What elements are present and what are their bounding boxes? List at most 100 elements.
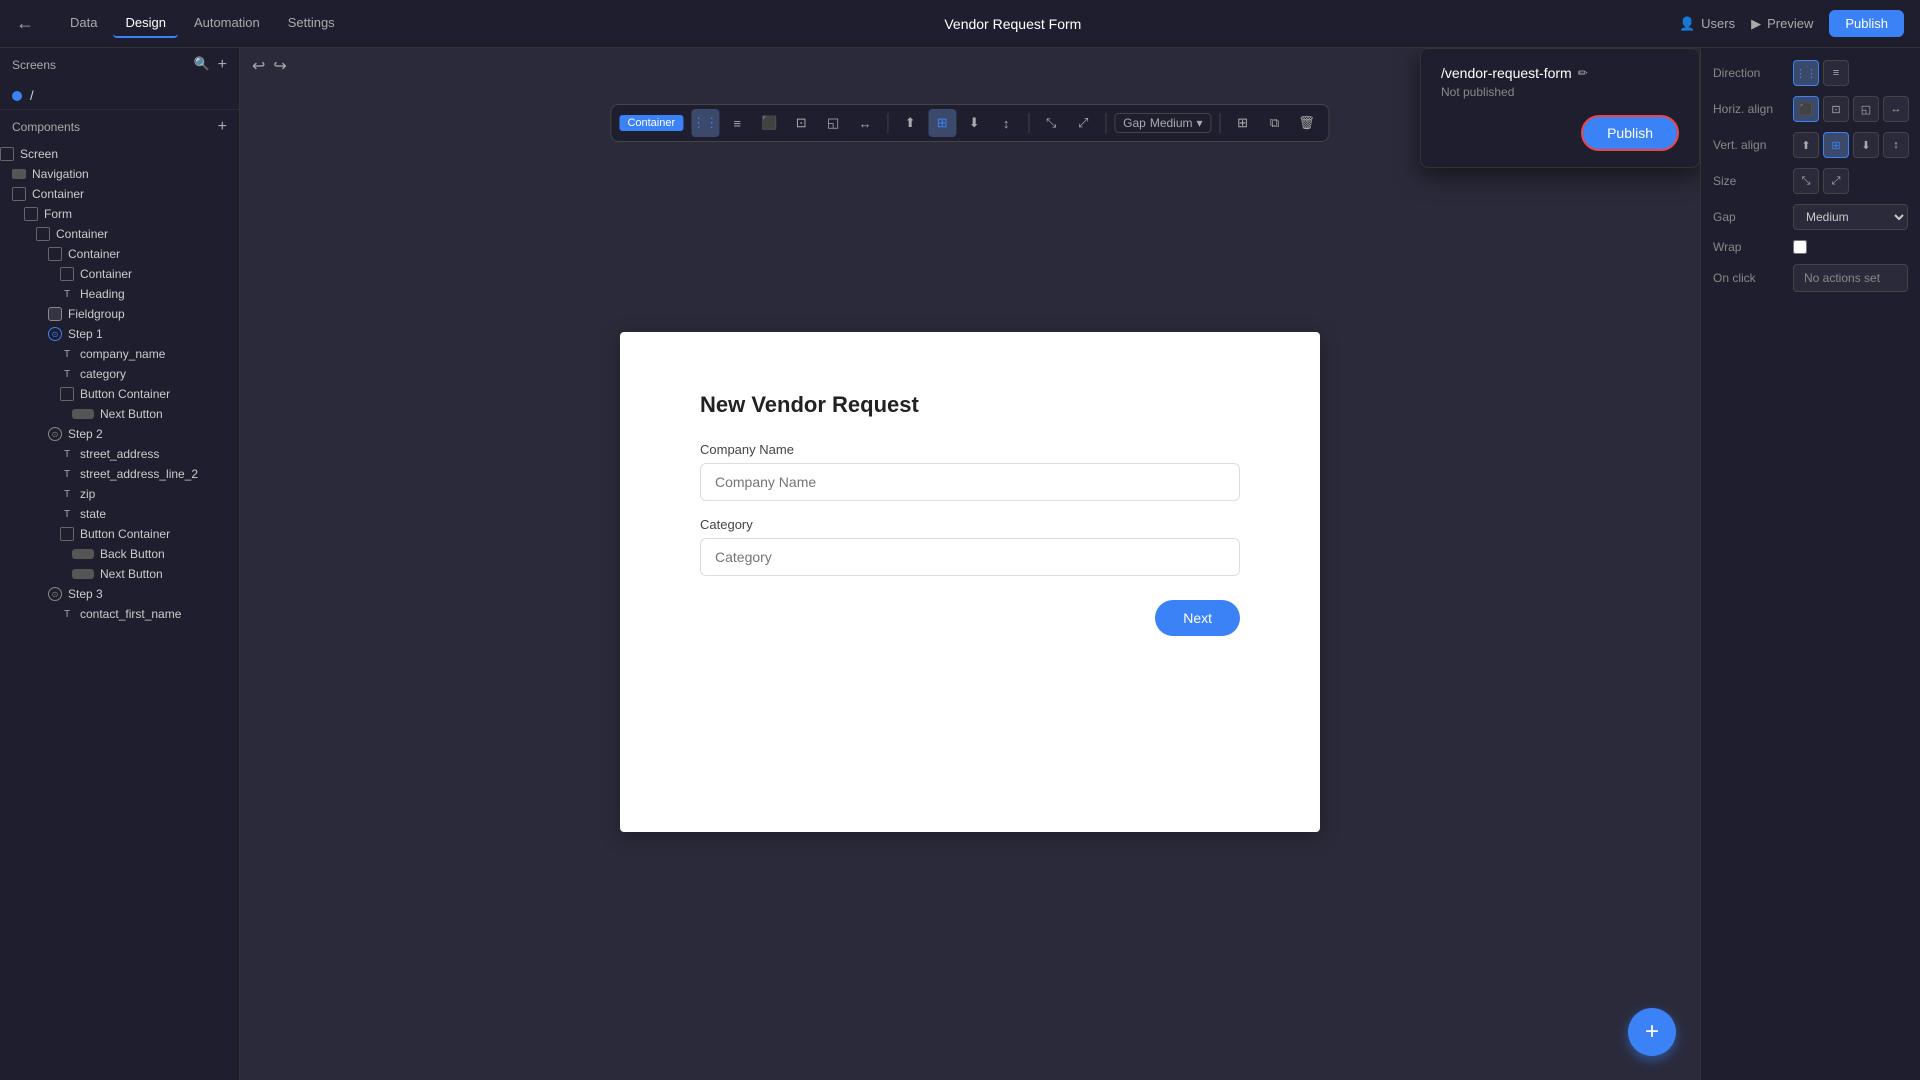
edit-route-icon[interactable]: ✏ bbox=[1578, 66, 1588, 80]
tree-item-street-address2[interactable]: T street_address_line_2 bbox=[0, 464, 239, 484]
company-name-input[interactable] bbox=[700, 463, 1240, 501]
publish-popup: /vendor-request-form ✏ Not published Pub… bbox=[1420, 48, 1700, 168]
tab-settings[interactable]: Settings bbox=[276, 9, 347, 38]
delete-btn[interactable]: 🗑 bbox=[1293, 109, 1321, 137]
valign-bottom-prop-btn[interactable]: ⬇ bbox=[1853, 132, 1879, 158]
step1-icon: ⊙ bbox=[48, 327, 62, 341]
tree-label: Next Button bbox=[100, 407, 163, 421]
align-stretch-btn[interactable]: ↔ bbox=[851, 109, 879, 137]
tree-item-zip[interactable]: T zip bbox=[0, 484, 239, 504]
tree-item-company-name[interactable]: T company_name bbox=[0, 344, 239, 364]
tree-item-container2[interactable]: Container bbox=[0, 224, 239, 244]
tree-label: Next Button bbox=[100, 567, 163, 581]
users-icon: 👤 bbox=[1679, 16, 1695, 32]
align-center-btn[interactable]: ⊡ bbox=[787, 109, 815, 137]
preview-button[interactable]: ▶ Preview bbox=[1751, 16, 1813, 32]
tree-item-step3[interactable]: ⊙ Step 3 bbox=[0, 584, 239, 604]
gap-control[interactable]: Gap Medium ▾ bbox=[1114, 113, 1211, 133]
publish-button-top[interactable]: Publish bbox=[1829, 10, 1904, 37]
tree-item-next-btn1[interactable]: Next Button bbox=[0, 404, 239, 424]
category-input[interactable] bbox=[700, 538, 1240, 576]
screen-item-root[interactable]: / bbox=[0, 82, 239, 109]
publish-popup-button[interactable]: Publish bbox=[1581, 115, 1679, 151]
tree-item-step2[interactable]: ⊙ Step 2 bbox=[0, 424, 239, 444]
halign-center-btn[interactable]: ⊡ bbox=[1823, 96, 1849, 122]
shrink-btn[interactable]: ⤡ bbox=[1037, 109, 1065, 137]
form-canvas: New Vendor Request Company Name Category… bbox=[620, 332, 1320, 832]
layout-cols-btn[interactable]: ⋮⋮ bbox=[691, 109, 719, 137]
tree-item-next-btn2[interactable]: Next Button bbox=[0, 564, 239, 584]
tree-item-step1[interactable]: ⊙ Step 1 bbox=[0, 324, 239, 344]
app-title: Vendor Request Form bbox=[371, 16, 1655, 32]
screens-header: Screens 🔍 + bbox=[0, 48, 239, 82]
tree-item-fieldgroup[interactable]: Fieldgroup bbox=[0, 304, 239, 324]
wrap-checkbox[interactable] bbox=[1793, 240, 1807, 254]
valign-top-btn[interactable]: ⬆ bbox=[896, 109, 924, 137]
size-shrink-btn[interactable]: ⤡ bbox=[1793, 168, 1819, 194]
valign-top-prop-btn[interactable]: ⬆ bbox=[1793, 132, 1819, 158]
main-layout: Screens 🔍 + / Components + Screen Naviga… bbox=[0, 48, 1920, 1080]
form-icon bbox=[24, 207, 38, 221]
gap-select[interactable]: Medium bbox=[1793, 204, 1908, 230]
duplicate-btn[interactable]: ⧉ bbox=[1261, 109, 1289, 137]
tree-item-state[interactable]: T state bbox=[0, 504, 239, 524]
tree-item-contact-fn[interactable]: T contact_first_name bbox=[0, 604, 239, 624]
tree-item-container3[interactable]: Container bbox=[0, 244, 239, 264]
layout-rows-btn[interactable]: ≡ bbox=[723, 109, 751, 137]
tab-data[interactable]: Data bbox=[58, 9, 109, 38]
tree-label: Heading bbox=[80, 287, 125, 301]
right-actions: 👤 Users ▶ Preview Publish bbox=[1679, 10, 1904, 37]
valign-stretch-btn[interactable]: ↕ bbox=[992, 109, 1020, 137]
tree-item-container[interactable]: Container bbox=[0, 184, 239, 204]
tree-item-screen[interactable]: Screen bbox=[0, 144, 239, 164]
tree-item-navigation[interactable]: Navigation bbox=[0, 164, 239, 184]
search-icon[interactable]: 🔍 bbox=[193, 56, 209, 74]
direction-row: Direction ⋮⋮ ≡ bbox=[1713, 60, 1908, 86]
screen-icon bbox=[0, 147, 14, 161]
halign-stretch-btn[interactable]: ↔ bbox=[1883, 96, 1909, 122]
valign-bottom-btn[interactable]: ⬇ bbox=[960, 109, 988, 137]
tree-item-form[interactable]: Form bbox=[0, 204, 239, 224]
field-t-icon7: T bbox=[60, 607, 74, 621]
form-field-company: Company Name bbox=[700, 442, 1240, 501]
tab-automation[interactable]: Automation bbox=[182, 9, 272, 38]
tree-item-container4[interactable]: Container bbox=[0, 264, 239, 284]
valign-stretch-prop-btn[interactable]: ↕ bbox=[1883, 132, 1909, 158]
add-screen-button[interactable]: + bbox=[218, 56, 227, 74]
redo-button[interactable]: ↪ bbox=[273, 56, 286, 76]
grid-btn[interactable]: ⊞ bbox=[1229, 109, 1257, 137]
users-button[interactable]: 👤 Users bbox=[1679, 16, 1735, 32]
expand-btn[interactable]: ⤢ bbox=[1069, 109, 1097, 137]
field-t-icon6: T bbox=[60, 507, 74, 521]
on-click-button[interactable]: No actions set bbox=[1793, 264, 1908, 292]
direction-rows-btn[interactable]: ≡ bbox=[1823, 60, 1849, 86]
size-row: Size ⤡ ⤢ bbox=[1713, 168, 1908, 194]
field-t-icon4: T bbox=[60, 467, 74, 481]
halign-start-btn[interactable]: ⬛ bbox=[1793, 96, 1819, 122]
wrap-label: Wrap bbox=[1713, 240, 1793, 254]
tree-item-btn-container1[interactable]: Button Container bbox=[0, 384, 239, 404]
container-badge: Container bbox=[619, 115, 683, 131]
next-button[interactable]: Next bbox=[1155, 600, 1240, 636]
tree-label: contact_first_name bbox=[80, 607, 181, 621]
tree-item-btn-container2[interactable]: Button Container bbox=[0, 524, 239, 544]
halign-end-btn[interactable]: ◱ bbox=[1853, 96, 1879, 122]
tab-design[interactable]: Design bbox=[113, 9, 177, 38]
tree-item-category[interactable]: T category bbox=[0, 364, 239, 384]
tree-label: Button Container bbox=[80, 387, 170, 401]
align-left-btn[interactable]: ⬛ bbox=[755, 109, 783, 137]
tree-item-street-address[interactable]: T street_address bbox=[0, 444, 239, 464]
fab-add-button[interactable]: + bbox=[1628, 1008, 1676, 1056]
valign-center-btn[interactable]: ⊞ bbox=[928, 109, 956, 137]
tree-item-back-btn[interactable]: Back Button bbox=[0, 544, 239, 564]
back-button[interactable]: ← bbox=[16, 13, 34, 34]
valign-center-prop-btn[interactable]: ⊞ bbox=[1823, 132, 1849, 158]
tree-label: company_name bbox=[80, 347, 165, 361]
tree-item-heading[interactable]: T Heading bbox=[0, 284, 239, 304]
align-right-btn[interactable]: ◱ bbox=[819, 109, 847, 137]
gap-row: Gap Medium bbox=[1713, 204, 1908, 230]
add-component-button[interactable]: + bbox=[218, 118, 227, 136]
undo-button[interactable]: ↩ bbox=[252, 56, 265, 76]
size-expand-btn[interactable]: ⤢ bbox=[1823, 168, 1849, 194]
direction-cols-btn[interactable]: ⋮⋮ bbox=[1793, 60, 1819, 86]
